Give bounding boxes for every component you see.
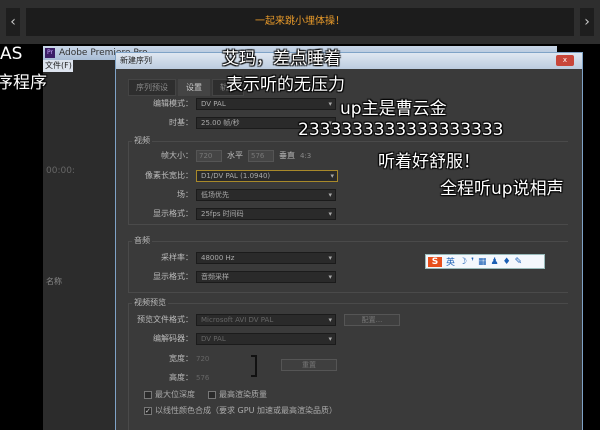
premiere-logo-icon: Pr (45, 48, 55, 58)
height-label: 高度： (169, 373, 193, 382)
frame-width-input[interactable]: 720 (196, 149, 222, 162)
checkbox-icon (144, 390, 152, 399)
edit-mode-select[interactable]: DV PAL (196, 97, 336, 110)
sample-rate-select[interactable]: 48000 Hz (196, 251, 336, 264)
player-top-bar: ‹ 一起来跳小埋体操！ › (0, 0, 600, 44)
dialog-title: 新建序列 (120, 56, 152, 65)
video-frame[interactable]: Pr Adobe Premiere Pro 文件(F) 00:00: 名称 新建序… (0, 44, 600, 430)
max-bit-depth-label: 最大位深度 (155, 390, 195, 399)
height-value[interactable]: 576 (196, 374, 209, 382)
sample-rate-label: 采样率： (161, 253, 193, 262)
danmaku-comment: 全程听up说相声 (440, 179, 564, 199)
danmaku-comment: up主是曹云金 (340, 99, 447, 119)
tab-presets[interactable]: 序列预设 (128, 79, 176, 96)
video-display-format-select[interactable]: 25fps 时间码 (196, 207, 336, 220)
audio-display-format-label: 显示格式： (153, 272, 193, 281)
edit-mode-label: 编辑模式： (153, 99, 193, 108)
danmaku-comment: 表示听的无压力 (226, 75, 345, 95)
moon-icon[interactable]: ☽ (459, 257, 467, 267)
danmaku-comment: 听着好舒服！ (378, 152, 480, 172)
announcement-banner[interactable]: 一起来跳小埋体操！ (26, 8, 574, 36)
preview-format-select[interactable]: Microsoft AVI DV PAL (196, 313, 336, 326)
reset-button[interactable]: 重置 (281, 359, 337, 371)
preview-format-label: 预览文件格式： (137, 315, 193, 324)
checkbox-icon (208, 390, 216, 399)
premiere-window: Pr Adobe Premiere Pro 文件(F) 00:00: 名称 新建序… (43, 46, 583, 430)
video-display-format-label: 显示格式： (153, 209, 193, 218)
wrench-icon[interactable]: ✎ (515, 257, 523, 267)
linear-color-checkbox[interactable]: ✓ 以线性颜色合成（要求 GPU 加速或最高渲染品质） (144, 405, 337, 416)
audio-display-format-select[interactable]: 音频采样 (196, 270, 336, 283)
next-button[interactable]: › (580, 8, 594, 36)
keyboard-icon[interactable]: ▦ (478, 257, 487, 267)
video-group-label: 视频 (132, 135, 152, 146)
menu-file[interactable]: 文件(F) (43, 60, 73, 72)
pixel-aspect-label: 像素长宽比： (145, 171, 193, 180)
danmaku-comment: AS (0, 44, 23, 64)
field-label: 场： (177, 190, 193, 199)
skin-icon[interactable]: ♦ (503, 257, 511, 267)
field-select[interactable]: 低场优先 (196, 188, 336, 201)
project-column-name: 名称 (46, 277, 62, 286)
vertical-label: 垂直 (279, 151, 295, 160)
configure-button[interactable]: 配置... (344, 313, 400, 326)
link-bracket-icon (251, 355, 257, 377)
ime-toolbar[interactable]: S 英 ☽ ❜ ▦ ♟ ♦ ✎ (425, 254, 545, 269)
timecode: 00:00: (46, 166, 75, 176)
frame-size-label: 帧大小： (161, 151, 193, 160)
danmaku-comment: 2333333333333333333 (298, 120, 504, 140)
timebase-label: 时基： (169, 118, 193, 127)
horizontal-label: 水平 (227, 151, 243, 160)
max-bit-depth-checkbox[interactable]: 最大位深度 (144, 389, 195, 400)
codec-select[interactable]: DV PAL (196, 332, 336, 345)
frame-height-input[interactable]: 576 (248, 149, 274, 162)
pixel-aspect-select[interactable]: D1/DV PAL (1.0940) (196, 169, 338, 182)
sogou-logo-icon: S (428, 256, 442, 267)
danmaku-comment: 序程序 (0, 73, 47, 93)
ime-mode[interactable]: 英 (446, 255, 455, 268)
tab-settings[interactable]: 设置 (178, 79, 210, 96)
aspect-ratio: 4:3 (300, 151, 312, 160)
checkmark-icon: ✓ (144, 406, 152, 415)
max-render-label: 最高渲染质量 (219, 390, 267, 399)
dialog-titlebar: 新建序列 x (116, 53, 582, 69)
linear-color-label: 以线性颜色合成（要求 GPU 加速或最高渲染品质） (155, 406, 337, 415)
punctuation-icon[interactable]: ❜ (471, 257, 474, 267)
user-icon[interactable]: ♟ (491, 257, 499, 267)
close-button[interactable]: x (556, 55, 574, 66)
danmaku-comment: 艾玛，差点睡着 (222, 49, 341, 69)
max-render-checkbox[interactable]: 最高渲染质量 (208, 389, 267, 400)
width-label: 宽度： (169, 354, 193, 363)
audio-group-label: 音频 (132, 235, 152, 246)
video-preview-group-label: 视频预览 (132, 297, 168, 308)
width-value[interactable]: 720 (196, 355, 209, 363)
prev-button[interactable]: ‹ (6, 8, 20, 36)
codec-label: 编解码器： (153, 334, 193, 343)
